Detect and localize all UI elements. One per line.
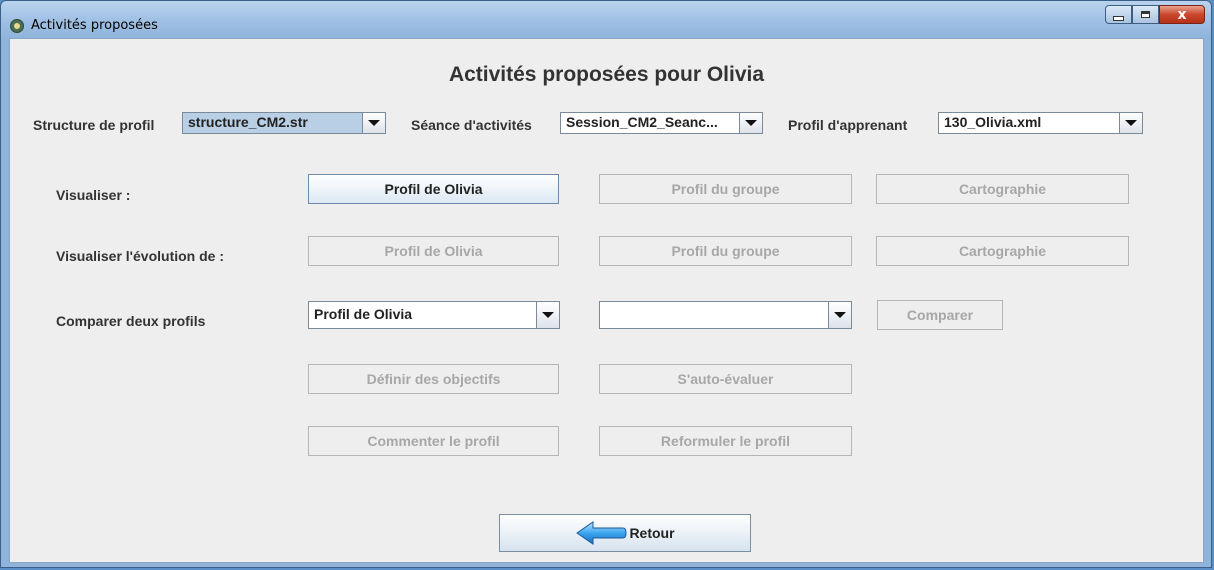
profil-label: Profil d'apprenant	[788, 117, 908, 133]
visualiser-cartographie-button[interactable]: Cartographie	[876, 174, 1129, 204]
comparer-button[interactable]: Comparer	[877, 300, 1003, 330]
commenter-profil-button[interactable]: Commenter le profil	[308, 426, 559, 456]
structure-label: Structure de profil	[33, 117, 155, 133]
structure-select-value: structure_CM2.str	[183, 113, 362, 133]
chevron-down-icon[interactable]	[1119, 113, 1142, 133]
retour-label: Retour	[629, 525, 675, 541]
retour-button[interactable]: Retour	[499, 514, 751, 552]
window-title: Activités proposées	[31, 18, 158, 33]
structure-select[interactable]: structure_CM2.str	[182, 112, 386, 134]
comparer-second-value	[600, 302, 828, 328]
definir-objectifs-button[interactable]: Définir des objectifs	[308, 364, 559, 394]
visualiser-groupe-button[interactable]: Profil du groupe	[599, 174, 852, 204]
evolution-groupe-button[interactable]: Profil du groupe	[599, 236, 852, 266]
app-window: Activités proposées x Activités proposée…	[0, 0, 1212, 568]
comparer-first-select[interactable]: Profil de Olivia	[308, 301, 560, 329]
app-icon	[10, 19, 24, 33]
page-title: Activités proposées pour Olivia	[448, 63, 765, 86]
seance-label: Séance d'activités	[411, 117, 532, 133]
evolution-label: Visualiser l'évolution de :	[56, 248, 225, 264]
reformuler-profil-button[interactable]: Reformuler le profil	[599, 426, 852, 456]
close-button[interactable]: x	[1159, 5, 1205, 24]
back-arrow-icon	[576, 521, 627, 545]
title-bar[interactable]: Activités proposées x	[1, 1, 1211, 37]
seance-select-value: Session_CM2_Seanc...	[566, 114, 718, 130]
visualiser-label: Visualiser :	[56, 187, 131, 203]
maximize-icon	[1141, 11, 1150, 18]
close-icon: x	[1177, 6, 1187, 23]
profil-select[interactable]: 130_Olivia.xml	[938, 112, 1143, 134]
evolution-profil-button[interactable]: Profil de Olivia	[308, 236, 559, 266]
content-panel: Activités proposées pour Olivia Structur…	[9, 38, 1204, 563]
maximize-button[interactable]	[1132, 5, 1159, 24]
minimize-icon	[1113, 15, 1124, 21]
comparer-label: Comparer deux profils	[56, 313, 206, 329]
comparer-first-value: Profil de Olivia	[314, 306, 413, 322]
comparer-second-select[interactable]	[599, 301, 852, 329]
visualiser-profil-button[interactable]: Profil de Olivia	[308, 174, 559, 204]
chevron-down-icon[interactable]	[362, 113, 385, 133]
chevron-down-icon[interactable]	[536, 302, 559, 328]
evolution-cartographie-button[interactable]: Cartographie	[876, 236, 1129, 266]
seance-select[interactable]: Session_CM2_Seanc...	[560, 112, 763, 134]
auto-evaluer-button[interactable]: S'auto-évaluer	[599, 364, 852, 394]
window-controls: x	[1105, 5, 1205, 24]
chevron-down-icon[interactable]	[828, 302, 851, 328]
minimize-button[interactable]	[1105, 5, 1132, 24]
chevron-down-icon[interactable]	[739, 113, 762, 133]
profil-select-value: 130_Olivia.xml	[944, 114, 1042, 130]
